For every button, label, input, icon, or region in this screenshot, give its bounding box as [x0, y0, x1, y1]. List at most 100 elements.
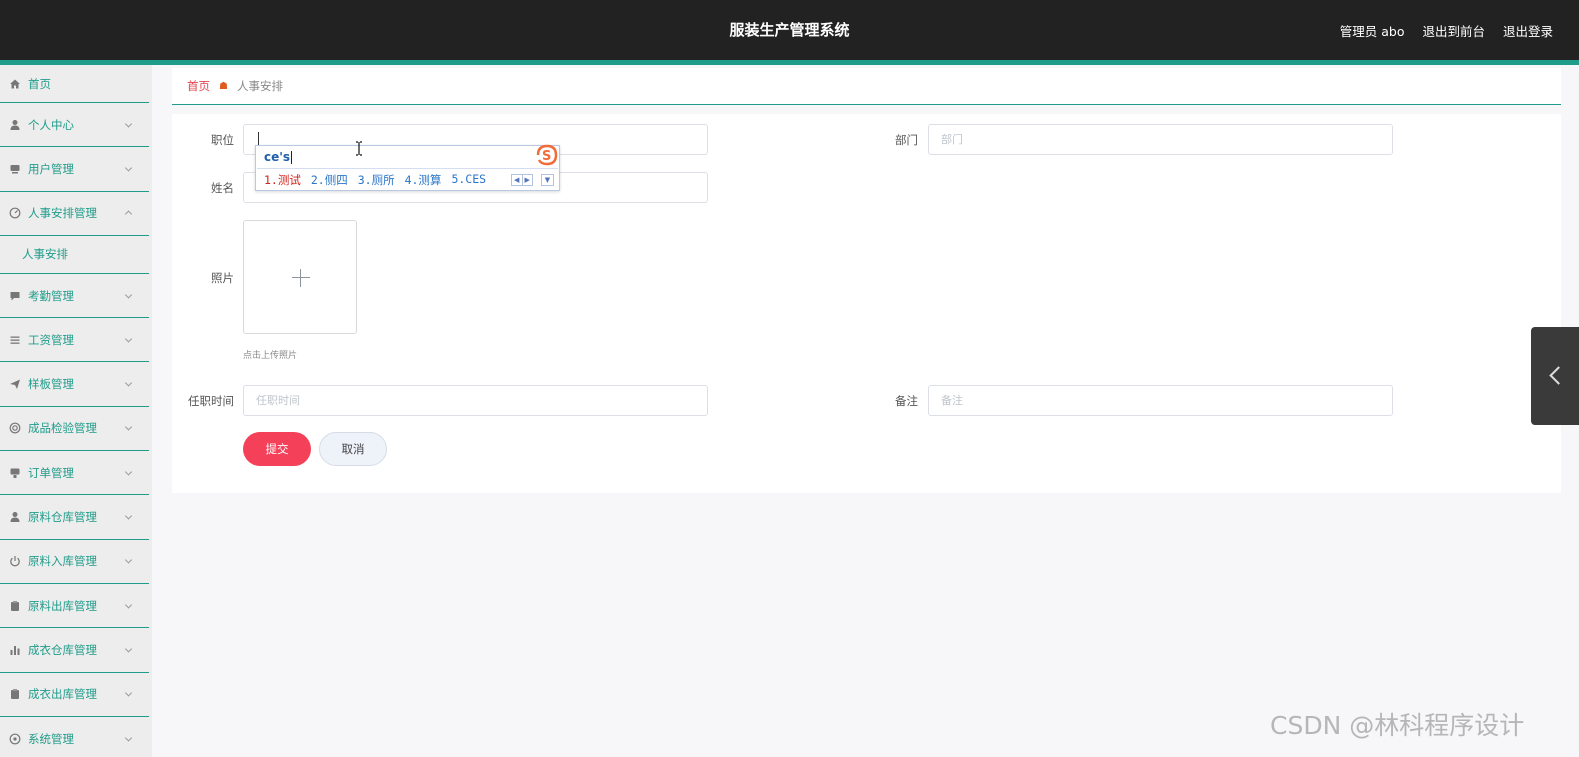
- power-icon: [9, 555, 21, 567]
- sidebar-item-garment-warehouse[interactable]: 成衣仓库管理: [0, 628, 149, 673]
- users-icon: [9, 163, 21, 175]
- sidebar-item-label: 原料仓库管理: [28, 510, 97, 525]
- chevron-up-icon: [124, 210, 133, 218]
- sidebar-item-raw-outbound[interactable]: 原料出库管理: [0, 584, 149, 629]
- ime-candidate[interactable]: 1.测试: [264, 172, 301, 188]
- chevron-left-icon: [1549, 366, 1568, 385]
- breadcrumb-separator-icon: ☗: [219, 80, 228, 92]
- ime-candidate[interactable]: 2.侧四: [311, 172, 348, 188]
- breadcrumb-current: 人事安排: [236, 79, 283, 93]
- chevron-down-icon: [124, 120, 133, 128]
- watermark-text: CSDN @林科程序设计: [1270, 711, 1525, 740]
- department-label: 部门: [895, 133, 918, 147]
- ime-next-page-icon[interactable]: ▶: [521, 175, 533, 185]
- sidebar-item-salary[interactable]: 工资管理: [0, 318, 149, 363]
- sidebar-item-hr-management[interactable]: 人事安排管理: [0, 192, 149, 236]
- chevron-down-icon: [124, 733, 133, 742]
- photo-upload-tip: 点击上传照片: [243, 351, 298, 361]
- mouse-ibeam-cursor-icon: [355, 141, 363, 156]
- sidebar: 首页 个人中心 用户管理 人事安排管理 人事安排 考勤管理 工资管理 样板管理 …: [0, 65, 152, 757]
- text-caret: [258, 132, 259, 146]
- remark-input[interactable]: [928, 385, 1393, 416]
- sidebar-item-raw-warehouse[interactable]: 原料仓库管理: [0, 495, 149, 540]
- ime-composition-text: ce's: [264, 150, 291, 164]
- chevron-down-icon: [124, 379, 133, 387]
- current-user-label: 管理员 abo: [1339, 23, 1405, 39]
- breadcrumb: 首页 ☗ 人事安排: [172, 68, 1561, 105]
- remark-label: 备注: [895, 394, 918, 408]
- chevron-down-icon: [124, 335, 133, 343]
- sidebar-subitem-label: 人事安排: [22, 247, 68, 262]
- sidebar-item-raw-inbound[interactable]: 原料入库管理: [0, 540, 149, 584]
- list-icon: [9, 334, 21, 346]
- department-input[interactable]: [928, 124, 1393, 155]
- sidebar-item-inspection[interactable]: 成品检验管理: [0, 407, 149, 452]
- chevron-down-icon: [124, 645, 133, 653]
- sidebar-item-label: 首页: [28, 76, 51, 91]
- ime-candidate[interactable]: 3.厕所: [358, 172, 395, 188]
- sidebar-item-label: 人事安排管理: [28, 206, 97, 221]
- sidebar-item-label: 成衣仓库管理: [28, 642, 97, 657]
- sidebar-item-sample[interactable]: 样板管理: [0, 362, 149, 407]
- position-label: 职位: [211, 133, 234, 147]
- sidebar-item-garment-outbound[interactable]: 成衣出库管理: [0, 673, 149, 717]
- user-icon: [9, 119, 21, 131]
- ime-candidate[interactable]: 4.测算: [405, 172, 442, 188]
- sogou-logo-icon: S: [534, 143, 560, 167]
- chevron-down-icon: [124, 290, 133, 299]
- sidebar-item-system[interactable]: 系统管理: [0, 717, 149, 757]
- sidebar-item-label: 原料出库管理: [28, 598, 97, 613]
- sidebar-item-label: 个人中心: [28, 117, 74, 132]
- sidebar-item-label: 样板管理: [28, 377, 74, 392]
- sidebar-item-label: 成品检验管理: [28, 421, 97, 436]
- hire-time-label: 任职时间: [188, 394, 234, 408]
- sidebar-item-home[interactable]: 首页: [0, 65, 149, 103]
- clipboard-icon: [9, 688, 21, 700]
- breadcrumb-home-link[interactable]: 首页: [187, 78, 210, 94]
- order-icon: [9, 467, 21, 479]
- home-icon: [9, 78, 21, 90]
- submit-button[interactable]: 提交: [243, 432, 311, 466]
- sidebar-item-label: 订单管理: [28, 465, 74, 480]
- sidebar-item-label: 考勤管理: [28, 288, 74, 303]
- chevron-down-icon: [124, 512, 133, 520]
- chevron-down-icon: [124, 556, 133, 564]
- send-icon: [9, 378, 21, 390]
- clipboard-icon: [9, 600, 21, 612]
- target-icon: [9, 422, 21, 434]
- ime-candidate-popup: ce's S 1.测试 2.侧四 3.厕所 4.测算 5.CES ◀ ▶ ▼: [255, 143, 560, 191]
- logout-link[interactable]: 退出登录: [1503, 21, 1553, 40]
- chevron-down-icon: [124, 164, 133, 172]
- settings-icon: [9, 733, 21, 745]
- topbar-accent-line: [0, 60, 1579, 65]
- dashboard-icon: [9, 207, 21, 219]
- chat-icon: [9, 290, 21, 302]
- chevron-down-icon: [124, 689, 133, 697]
- sidebar-item-user-management[interactable]: 用户管理: [0, 147, 149, 192]
- side-panel-toggle[interactable]: [1531, 327, 1579, 425]
- chevron-down-icon: [124, 423, 133, 431]
- sidebar-subitem-hr-arrangement[interactable]: 人事安排: [0, 236, 149, 274]
- photo-upload-box[interactable]: [243, 220, 357, 334]
- top-links: 管理员 abo 退出到前台 退出登录: [1340, 0, 1553, 60]
- sidebar-item-orders[interactable]: 订单管理: [0, 451, 149, 496]
- cancel-button[interactable]: 取消: [319, 432, 387, 466]
- plus-icon-vertical: [300, 269, 301, 287]
- svg-text:S: S: [542, 149, 551, 164]
- ime-expand-icon[interactable]: ▼: [541, 174, 554, 186]
- chevron-down-icon: [124, 601, 133, 609]
- bar-chart-icon: [9, 644, 21, 656]
- sidebar-item-label: 成衣出库管理: [28, 687, 97, 702]
- ime-candidate-list: 1.测试 2.侧四 3.厕所 4.测算 5.CES: [264, 172, 486, 188]
- plus-icon: [292, 277, 310, 278]
- ime-candidate[interactable]: 5.CES: [451, 172, 486, 188]
- ime-prev-page-icon[interactable]: ◀: [512, 175, 522, 185]
- top-bar: 服装生产管理系统 管理员 abo 退出到前台 退出登录: [0, 0, 1579, 60]
- hire-time-input[interactable]: [243, 385, 708, 416]
- sidebar-item-label: 原料入库管理: [28, 554, 97, 569]
- sidebar-item-personal-center[interactable]: 个人中心: [0, 103, 149, 148]
- user-icon: [9, 511, 21, 523]
- back-to-frontend-link[interactable]: 退出到前台: [1422, 21, 1485, 40]
- sidebar-item-label: 系统管理: [28, 731, 74, 746]
- sidebar-item-attendance[interactable]: 考勤管理: [0, 274, 149, 319]
